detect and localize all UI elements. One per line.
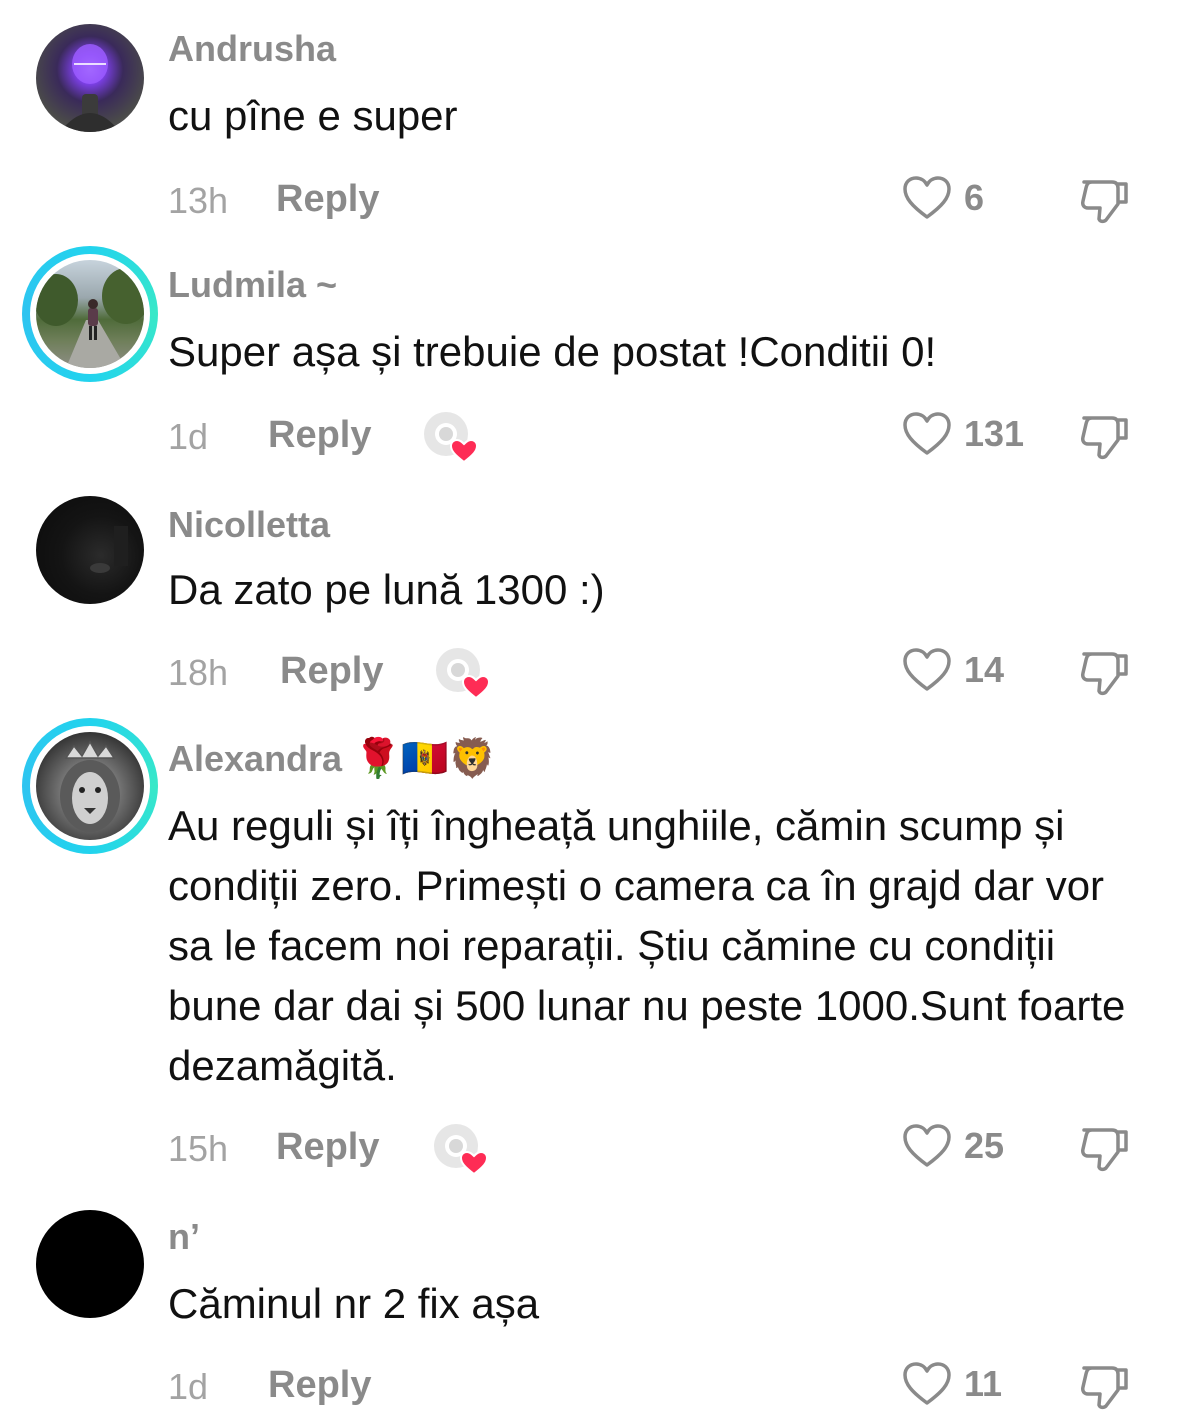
comment-item: n’ Căminul nr 2 fix așa 1d Reply 11 (0, 1210, 1178, 1410)
avatar-image (36, 496, 144, 604)
thumbs-down-icon[interactable] (1076, 174, 1132, 226)
author-name[interactable]: Alexandra (168, 738, 342, 780)
like-button[interactable]: 6 (902, 174, 984, 222)
heart-outline-icon (903, 1124, 951, 1167)
avatar-image (36, 260, 144, 368)
comment-author[interactable]: Nicolletta (168, 504, 330, 546)
author-emoji-badges: 🌹🇲🇩🦁 (354, 738, 497, 780)
park-photo-icon (36, 268, 144, 368)
comment-item: Ludmila ~ Super așa și trebuie de postat… (0, 246, 1178, 466)
heart-outline-icon (903, 1362, 951, 1405)
comment-meta: 15h Reply 25 (168, 1122, 1148, 1176)
like-count: 11 (964, 1363, 1003, 1404)
comment-text: Da zato pe lună 1300 :) (168, 566, 605, 613)
author-name[interactable]: n’ (168, 1216, 200, 1258)
like-button[interactable]: 25 (902, 1122, 1004, 1170)
comment-meta: 1d Reply 131 (168, 410, 1148, 464)
reply-button[interactable]: Reply (268, 1364, 371, 1407)
avatar[interactable] (22, 1210, 160, 1348)
heart-outline-icon (903, 412, 951, 455)
comment-time: 15h (168, 1128, 229, 1169)
avatar[interactable] (22, 718, 160, 856)
author-name[interactable]: Ludmila ~ (168, 264, 337, 306)
comment-text: Au reguli și îți îngheață unghiile, cămi… (168, 802, 1126, 1089)
like-count: 14 (964, 649, 1005, 690)
avatar[interactable] (22, 246, 160, 384)
comment-author[interactable]: Ludmila ~ (168, 264, 337, 306)
comment-author[interactable]: Alexandra 🌹🇲🇩🦁 (168, 738, 496, 780)
like-count: 131 (964, 413, 1025, 454)
avatar[interactable] (22, 24, 160, 162)
comment-item: Alexandra 🌹🇲🇩🦁 Au reguli și îți îngheață… (0, 718, 1178, 1178)
author-name[interactable]: Nicolletta (168, 504, 330, 546)
like-count: 6 (964, 177, 985, 218)
thumbs-down-icon[interactable] (1076, 410, 1132, 462)
like-button[interactable]: 11 (902, 1360, 1002, 1408)
comment-item: Nicolletta Da zato pe lună 1300 :) 18h R… (0, 496, 1178, 706)
thumbs-down-icon[interactable] (1076, 646, 1132, 698)
comment-text: Căminul nr 2 fix așa (168, 1280, 540, 1327)
creator-liked-icon (436, 648, 491, 700)
comment-author[interactable]: Andrusha (168, 28, 336, 70)
comment-time: 18h (168, 652, 229, 693)
heart-outline-icon (903, 648, 951, 691)
creator-liked-icon (434, 1124, 489, 1176)
avatar-image (36, 1210, 144, 1318)
comment-text: Super așa și trebuie de postat !Conditii… (168, 328, 937, 375)
avatar-image (36, 24, 144, 132)
thumbs-down-icon[interactable] (1076, 1360, 1132, 1412)
comment-time: 13h (168, 180, 229, 221)
like-button[interactable]: 14 (902, 646, 1004, 694)
comment-item: Andrusha cu pîne e super 13h Reply 6 (0, 24, 1178, 224)
reply-button[interactable]: Reply (276, 1126, 379, 1169)
reply-button[interactable]: Reply (268, 414, 371, 457)
comment-author[interactable]: n’ (168, 1216, 200, 1258)
comment-time: 1d (168, 416, 209, 457)
heart-outline-icon (903, 176, 951, 219)
comment-meta: 1d Reply 11 (168, 1360, 1148, 1410)
like-button[interactable]: 131 (902, 410, 1024, 458)
lion-crown-icon (60, 740, 120, 832)
avatar-image (36, 732, 144, 840)
avatar[interactable] (22, 496, 160, 634)
like-count: 25 (964, 1125, 1005, 1166)
selfie-figure-icon (60, 44, 120, 132)
thumbs-down-icon[interactable] (1076, 1122, 1132, 1174)
dark-photo-icon (90, 526, 128, 573)
comment-meta: 13h Reply 6 (168, 174, 1148, 224)
comment-time: 1d (168, 1366, 209, 1407)
comment-meta: 18h Reply 14 (168, 646, 1148, 700)
reply-button[interactable]: Reply (276, 178, 379, 221)
reply-button[interactable]: Reply (280, 650, 383, 693)
comment-text: cu pîne e super (168, 92, 458, 139)
creator-liked-icon (424, 412, 479, 464)
author-name[interactable]: Andrusha (168, 28, 336, 70)
